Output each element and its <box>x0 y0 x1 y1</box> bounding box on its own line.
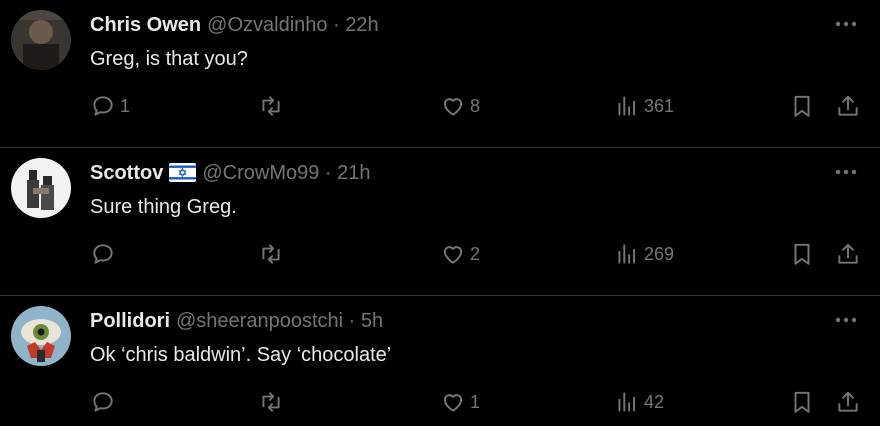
like-button[interactable]: 1 <box>440 388 480 416</box>
view-count: 269 <box>644 243 675 264</box>
share-button[interactable] <box>835 240 861 268</box>
timestamp[interactable]: 22h <box>345 14 378 36</box>
more-icon[interactable] <box>834 308 858 332</box>
bookmark-button[interactable] <box>789 240 815 268</box>
views-button[interactable]: 361 <box>614 92 674 120</box>
views-button[interactable]: 42 <box>614 388 664 416</box>
like-count: 1 <box>470 391 481 412</box>
reply-button[interactable]: 1 <box>90 92 130 120</box>
israel-flag-icon <box>169 163 197 189</box>
display-name[interactable]: Scottov <box>90 162 163 184</box>
bookmark-button[interactable] <box>789 92 815 120</box>
share-icon <box>838 243 858 264</box>
retweet-button[interactable] <box>258 388 288 416</box>
reply-button[interactable] <box>90 240 120 268</box>
retweet-button[interactable] <box>258 240 288 268</box>
avatar[interactable] <box>11 158 71 218</box>
more-icon[interactable] <box>834 12 858 36</box>
like-icon <box>443 246 463 264</box>
tweet-text: Greg, is that you? <box>90 48 248 70</box>
like-button[interactable]: 2 <box>440 240 480 268</box>
separator: · <box>333 14 340 36</box>
like-count: 8 <box>470 95 481 116</box>
share-icon <box>838 391 858 412</box>
tweet-1[interactable]: Chris Owen @Ozvaldinho · 22h Greg, is tha… <box>0 0 880 148</box>
separator: · <box>348 310 356 332</box>
display-name[interactable]: Chris Owen <box>90 14 201 36</box>
tweet-header: Pollidori @sheeranpoostchi · 5h <box>90 308 820 334</box>
reply-icon <box>93 244 113 264</box>
bookmark-icon <box>794 243 810 265</box>
like-icon <box>443 394 463 412</box>
retweet-button[interactable] <box>258 92 288 120</box>
share-button[interactable] <box>835 388 861 416</box>
like-button[interactable]: 8 <box>440 92 480 120</box>
reply-count: 1 <box>120 95 131 116</box>
bookmark-icon <box>794 391 810 413</box>
separator: · <box>324 162 332 184</box>
tweet-text: Ok ‘chris baldwin’. Say ‘chocolate’ <box>90 344 392 366</box>
retweet-icon <box>262 244 280 264</box>
avatar[interactable] <box>11 10 71 70</box>
reply-icon <box>93 96 113 116</box>
like-count: 2 <box>470 243 481 264</box>
tweet-text: Sure thing Greg. <box>90 196 237 218</box>
avatar[interactable] <box>11 306 71 366</box>
user-handle[interactable]: @Ozvaldinho <box>207 14 327 36</box>
views-icon <box>618 244 636 264</box>
display-name[interactable]: Pollidori <box>90 310 170 332</box>
more-icon[interactable] <box>834 160 858 184</box>
reply-button[interactable] <box>90 388 120 416</box>
tweet-header: Chris Owen @Ozvaldinho · 22h <box>90 12 820 38</box>
bookmark-button[interactable] <box>789 388 815 416</box>
views-button[interactable]: 269 <box>614 240 674 268</box>
views-icon <box>618 392 636 412</box>
tweet-3[interactable]: Pollidori @sheeranpoostchi · 5h Ok ‘chris… <box>0 296 880 426</box>
user-handle[interactable]: @CrowMo99 <box>202 162 319 184</box>
retweet-icon <box>262 392 280 412</box>
bookmark-icon <box>794 95 810 117</box>
timestamp[interactable]: 5h <box>361 310 383 332</box>
tweet-2[interactable]: Scottov @CrowMo99 · 21h Sure thing Greg. … <box>0 148 880 296</box>
timestamp[interactable]: 21h <box>337 162 370 184</box>
share-icon <box>838 95 858 116</box>
views-icon <box>618 96 636 116</box>
tweet-header: Scottov @CrowMo99 · 21h <box>90 160 820 189</box>
action-bar: 1 42 <box>90 388 862 416</box>
retweet-icon <box>262 96 280 116</box>
view-count: 42 <box>644 391 665 412</box>
like-icon <box>443 98 463 116</box>
view-count: 361 <box>644 95 675 116</box>
user-handle[interactable]: @sheeranpoostchi <box>176 310 343 332</box>
share-button[interactable] <box>835 92 861 120</box>
reply-icon <box>93 392 113 412</box>
action-bar: 2 269 <box>90 240 862 268</box>
action-bar: 1 8 361 <box>90 92 862 120</box>
